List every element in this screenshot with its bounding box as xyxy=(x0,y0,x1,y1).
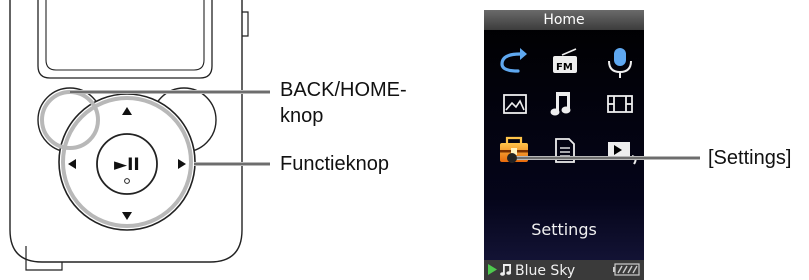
svg-text:FM: FM xyxy=(556,62,573,73)
now-playing-title: Blue Sky xyxy=(515,263,576,279)
settings-callout-label: [Settings] xyxy=(708,147,792,169)
settings-leader-dot xyxy=(507,153,517,163)
selected-item-label: Settings xyxy=(531,220,597,239)
screen-header-title: Home xyxy=(543,12,585,28)
home-screen: FM xyxy=(484,10,700,280)
